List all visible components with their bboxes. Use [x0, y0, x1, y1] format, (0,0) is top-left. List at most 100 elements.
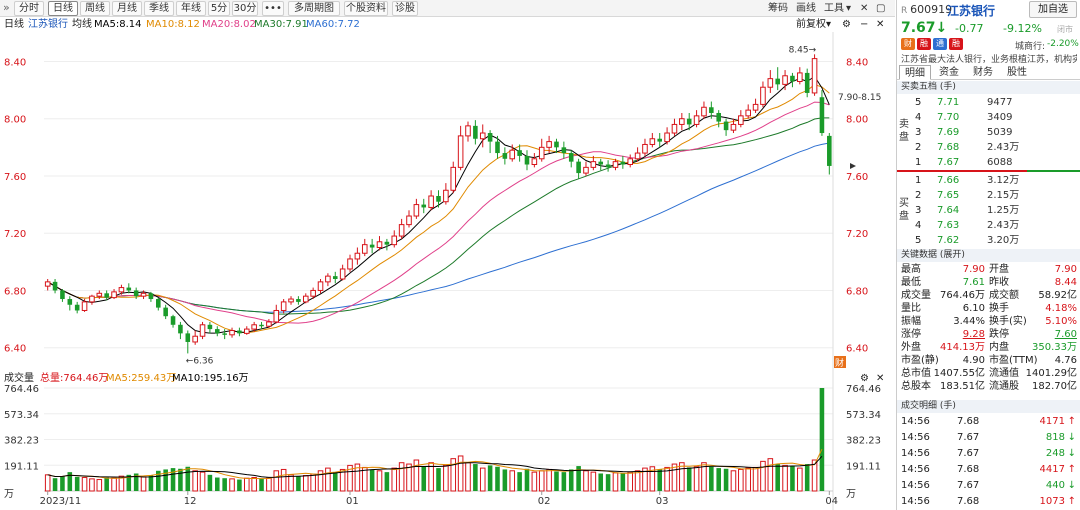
candle-body	[634, 152, 641, 160]
ma10-line	[47, 84, 830, 334]
keydata-label: 跌停	[989, 329, 1009, 340]
more-periods-button[interactable]: •••	[262, 1, 284, 16]
volume-bar	[568, 469, 574, 491]
add-watchlist-button[interactable]: 加自选	[1029, 1, 1077, 18]
bid-volume: 2.15万	[987, 190, 1020, 201]
candle-body	[738, 115, 744, 125]
candle-body	[642, 143, 648, 154]
chips-button[interactable]: 筹码	[768, 2, 788, 15]
volume-bar	[222, 478, 227, 491]
indicator-label[interactable]: 均线	[72, 17, 92, 32]
period-tab-day[interactable]: 日线	[48, 1, 78, 16]
candle-body	[605, 164, 611, 168]
keydata-row: 最低 7.61 昨收 8.44	[897, 277, 1080, 289]
chevron-down-icon[interactable]: ▾	[826, 17, 831, 32]
keydata-label: 换手(实)	[989, 316, 1027, 327]
volume-bar	[627, 471, 634, 492]
bid-row: 4 7.63 2.43万	[897, 219, 1080, 232]
candle-body	[436, 195, 441, 202]
trade-volume: 818	[1045, 432, 1065, 443]
keydata-title[interactable]: 关键数据 (展开)	[897, 249, 1080, 262]
x-axis-label: 01	[346, 496, 359, 507]
volume-bar	[443, 464, 449, 492]
tab-detail[interactable]: 明细	[899, 65, 931, 80]
sector-label[interactable]: 城商行:	[1015, 39, 1045, 52]
period-tab-year[interactable]: 年线	[176, 1, 206, 16]
minimize-icon[interactable]: −	[860, 17, 868, 32]
diagnose-button[interactable]: 诊股	[392, 1, 418, 16]
candle-body	[214, 329, 220, 334]
volume-axis-label-right: 764.46	[846, 384, 881, 395]
keydata-value: 182.70亿	[1032, 381, 1077, 392]
volume-bar	[752, 466, 759, 492]
ask-row: 2 7.68 2.43万	[897, 141, 1080, 154]
keydata-row: 外盘 414.13万 内盘 350.33万	[897, 342, 1080, 354]
volume-bar	[598, 473, 604, 491]
period-tab-30min[interactable]: 30分	[232, 1, 258, 16]
volume-bar	[266, 477, 272, 492]
stock-info-button[interactable]: 个股资料	[344, 1, 388, 16]
tab-finance[interactable]: 财务	[967, 65, 999, 80]
candle-body	[450, 166, 457, 191]
volume-chart[interactable]: 764.46 764.46 573.34 573.34 382.23 382.23 191.…	[0, 372, 895, 510]
tag-margin[interactable]: 融	[917, 38, 931, 50]
multi-period-button[interactable]: 多周期图	[288, 1, 340, 16]
period-tab-week[interactable]: 周线	[80, 1, 110, 16]
candle-body	[376, 241, 383, 249]
y-axis-label-right: 6.40	[846, 344, 868, 355]
candle-body	[199, 324, 206, 337]
low-price-label: ←6.36	[186, 356, 214, 366]
ma20-value: MA20:8.02	[202, 19, 256, 30]
candle-body	[325, 275, 331, 283]
trade-row: 14:56 7.67 440 ↓	[897, 478, 1080, 494]
candle-body	[775, 78, 780, 85]
keydata-value: 9.28	[962, 329, 985, 340]
ma5-value: MA5:8.14	[94, 19, 142, 30]
period-label: 日线	[4, 19, 24, 30]
quote-panel: R 600919 江苏银行 加自选 7.67↓ -0.77 -9.12% 闭市 …	[896, 0, 1080, 510]
kline-chart[interactable]: 8.40 8.40 8.00 8.00 7.60 7.60 7.20 7.20 6.80 6.80…	[0, 32, 895, 372]
tag-margin-2[interactable]: 融	[949, 38, 963, 50]
period-tab-minute[interactable]: 分时	[14, 1, 44, 16]
tab-funds[interactable]: 资金	[933, 65, 965, 80]
candle-body	[81, 301, 88, 311]
candle-body	[354, 252, 361, 260]
period-tab-month[interactable]: 月线	[112, 1, 142, 16]
keydata-value: 3.44%	[953, 316, 985, 327]
draw-line-button[interactable]: 画线	[796, 2, 816, 15]
tools-menu[interactable]: 工具	[824, 2, 844, 15]
tag-finance[interactable]: 财	[901, 38, 915, 50]
period-tab-quarter[interactable]: 季线	[144, 1, 174, 16]
tab-stock-nature[interactable]: 股性	[1001, 65, 1033, 80]
volume-bar	[620, 473, 626, 491]
volume-bar	[457, 455, 464, 492]
candle-body	[649, 138, 656, 145]
y-axis-label-left: 8.00	[4, 115, 26, 126]
tag-connect[interactable]: 通	[933, 38, 947, 50]
x-axis-label: 03	[656, 496, 669, 507]
candle-body	[561, 147, 567, 154]
candle-body	[767, 78, 774, 88]
volume-bar	[391, 467, 398, 492]
keydata-label: 振幅	[901, 316, 921, 327]
volume-bar	[546, 468, 552, 492]
close-icon[interactable]: ✕	[860, 2, 868, 15]
chevron-down-icon[interactable]: ▾	[846, 2, 851, 15]
maximize-icon[interactable]: ▢	[876, 2, 885, 15]
candle-body	[554, 141, 559, 148]
company-description[interactable]: 江苏省最大法人银行，业务根植江苏，机构实...	[901, 52, 1077, 65]
volume-bar	[509, 470, 516, 492]
bid-row: 5 7.62 3.20万	[897, 234, 1080, 247]
adjust-mode-menu[interactable]: 前复权	[796, 17, 826, 32]
candle-body	[44, 281, 51, 287]
volume-bar	[273, 470, 280, 492]
candle-body	[317, 281, 324, 291]
settings-icon[interactable]: ⚙	[842, 17, 851, 32]
candle-body	[723, 121, 729, 131]
volume-bar	[376, 470, 383, 492]
collapse-left-icon[interactable]: »	[3, 1, 10, 14]
keydata-value: 7.90	[962, 264, 985, 275]
close-icon[interactable]: ✕	[876, 17, 884, 32]
volume-bar	[140, 476, 147, 492]
period-tab-5min[interactable]: 5分	[208, 1, 230, 16]
